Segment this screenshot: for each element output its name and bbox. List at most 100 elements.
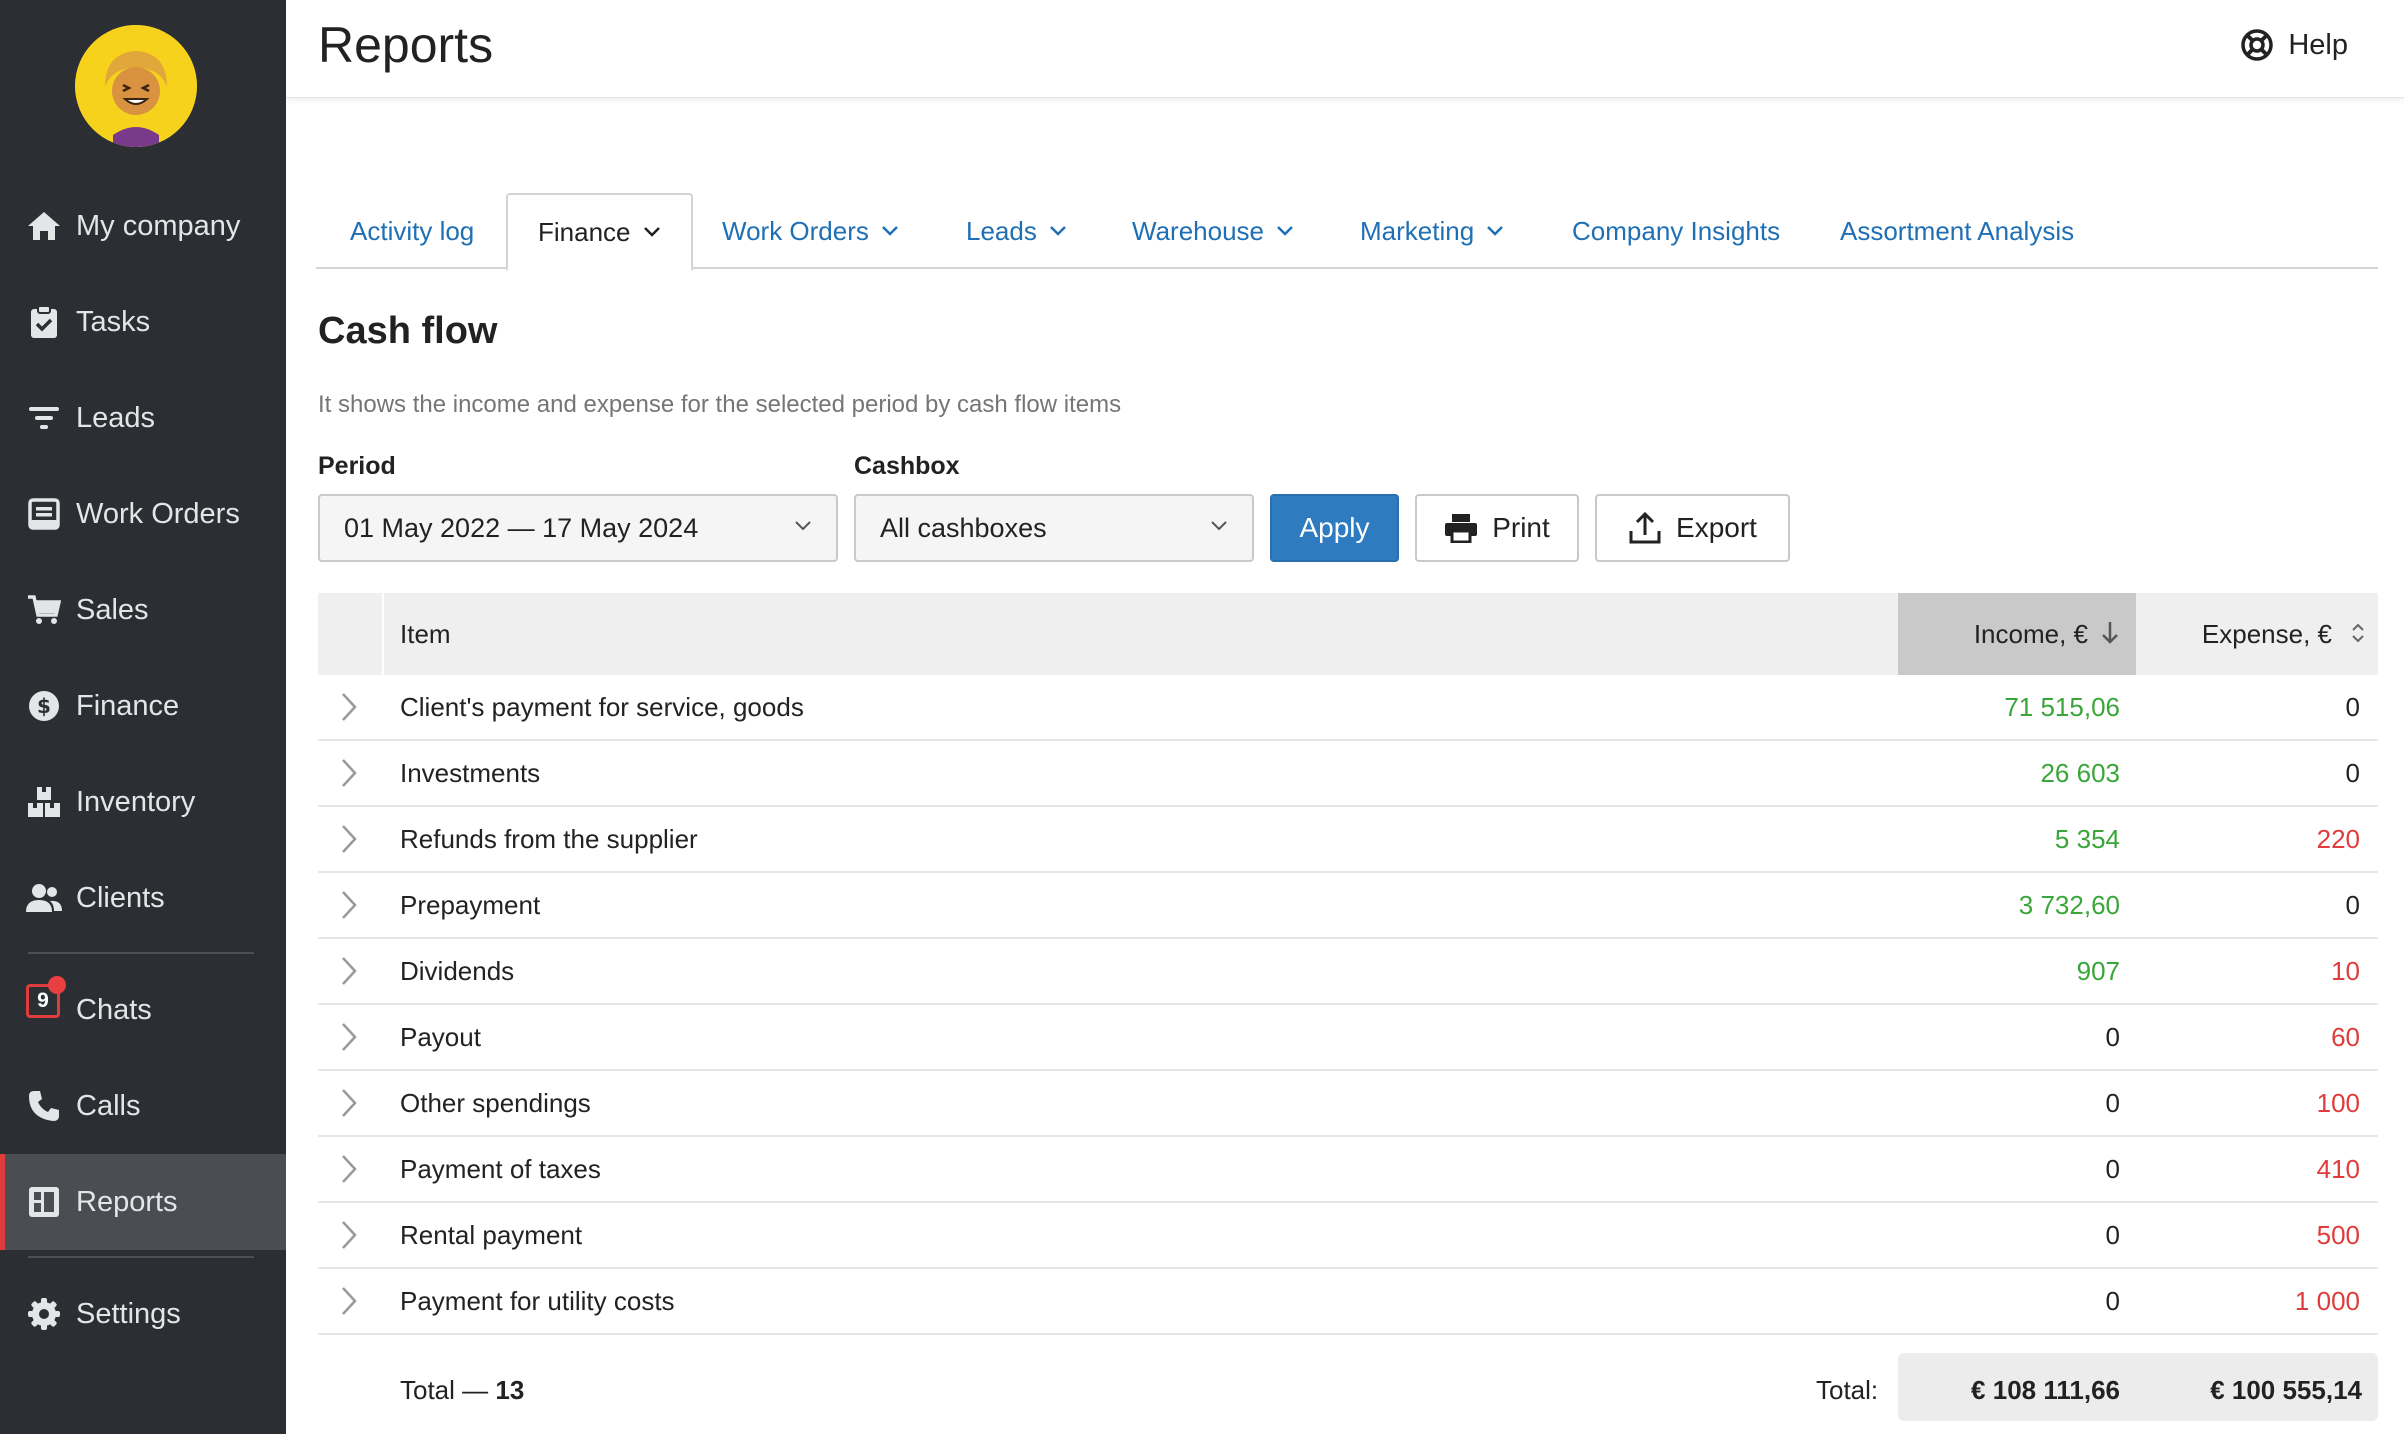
apply-button[interactable]: Apply (1270, 494, 1399, 562)
avatar[interactable] (75, 25, 197, 147)
table-row[interactable]: Dividends 907 10 (318, 939, 2378, 1005)
cell-expense: 10 (2331, 955, 2360, 986)
tab-warehouse[interactable]: Warehouse (1132, 193, 1294, 269)
period-select[interactable]: 01 May 2022 — 17 May 2024 (318, 494, 838, 562)
sidebar-item-label: Leads (76, 401, 156, 434)
chevron-right-icon[interactable] (338, 1219, 360, 1251)
sidebar-item-calls[interactable]: Calls (0, 1058, 286, 1154)
sidebar-item-finance[interactable]: $ Finance (0, 658, 286, 754)
chevron-right-icon[interactable] (338, 823, 360, 855)
cell-income: 3 732,60 (2018, 889, 2120, 920)
table-row[interactable]: Client's payment for service, goods 71 51… (318, 675, 2378, 741)
cell-expense: 0 (2345, 691, 2360, 722)
cell-item: Payment of taxes (400, 1153, 601, 1184)
cell-item: Client's payment for service, goods (400, 691, 804, 722)
sidebar-item-sales[interactable]: Sales (0, 562, 286, 658)
dollar-circle-icon: $ (24, 686, 64, 726)
export-button[interactable]: Export (1595, 494, 1790, 562)
total-income: € 108 111,66 (1971, 1375, 2120, 1405)
tab-assortment-analysis[interactable]: Assortment Analysis (1840, 193, 2074, 269)
table-row[interactable]: Refunds from the supplier 5 354 220 (318, 807, 2378, 873)
table-row[interactable]: Payment for utility costs 0 1 000 (318, 1269, 2378, 1335)
chevron-right-icon[interactable] (338, 1087, 360, 1119)
cell-item: Refunds from the supplier (400, 823, 698, 854)
clipboard-check-icon (24, 302, 64, 342)
table-row[interactable]: Rental payment 0 500 (318, 1203, 2378, 1269)
tab-label: Company Insights (1572, 215, 1781, 246)
sidebar-item-label: Work Orders (76, 497, 240, 530)
cell-income: 0 (2105, 1219, 2120, 1250)
tab-finance[interactable]: Finance (506, 193, 693, 271)
print-button[interactable]: Print (1415, 494, 1579, 562)
tab-activity-log[interactable]: Activity log (350, 193, 474, 269)
tab-label: Warehouse (1132, 215, 1264, 246)
sidebar-item-clients[interactable]: Clients (0, 850, 286, 946)
sidebar-item-chats[interactable]: 9 Chats (0, 962, 286, 1058)
tab-company-insights[interactable]: Company Insights (1572, 193, 1780, 269)
table-header: Item Income, € Expense, € (318, 593, 2378, 675)
cashbox-select[interactable]: All cashboxes (854, 494, 1254, 562)
cell-income: 5 354 (2054, 823, 2120, 854)
chevron-right-icon[interactable] (338, 757, 360, 789)
tab-leads[interactable]: Leads (966, 193, 1067, 269)
cell-income: 26 603 (2040, 757, 2120, 788)
table-row[interactable]: Prepayment 3 732,60 0 (318, 873, 2378, 939)
cell-item: Prepayment (400, 889, 541, 920)
cashbox-label: Cashbox (854, 452, 960, 480)
cashbox-value: All cashboxes (880, 512, 1047, 543)
cell-income: 0 (2105, 1021, 2120, 1052)
chevron-down-icon (1211, 521, 1227, 531)
chevron-right-icon[interactable] (338, 1021, 360, 1053)
sidebar-item-leads[interactable]: Leads (0, 370, 286, 466)
chevron-down-icon (1487, 226, 1504, 236)
total-label: Total: (1816, 1375, 1879, 1405)
sidebar-item-my-company[interactable]: My company (0, 178, 286, 274)
cell-item: Rental payment (400, 1219, 583, 1250)
column-header-income[interactable]: Income, € (1898, 593, 2136, 675)
chevron-down-icon (881, 226, 898, 236)
tab-label: Finance (538, 216, 631, 247)
sidebar-divider (28, 1256, 254, 1258)
tab-marketing[interactable]: Marketing (1360, 193, 1504, 269)
report-title: Cash flow (318, 310, 498, 352)
report-description: It shows the income and expense for the … (318, 391, 1122, 418)
cell-income: 0 (2105, 1285, 2120, 1316)
chevron-right-icon[interactable] (338, 955, 360, 987)
sidebar-item-reports[interactable]: Reports (0, 1154, 286, 1250)
sidebar: My company Tasks Leads Work Orders Sales… (0, 0, 286, 1434)
sidebar-item-tasks[interactable]: Tasks (0, 274, 286, 370)
cell-item: Payment for utility costs (400, 1285, 675, 1316)
table-total-row: Total — 13 Total: € 108 111,66 € 100 555… (318, 1353, 2378, 1421)
gear-icon (24, 1294, 64, 1334)
cell-item: Dividends (400, 955, 515, 986)
top-header: Reports Help (286, 0, 2404, 98)
chevron-right-icon[interactable] (338, 1285, 360, 1317)
period-value: 01 May 2022 — 17 May 2024 (344, 512, 699, 543)
cell-income: 71 515,06 (2004, 691, 2120, 722)
report-tabs: Activity log Finance Work Orders Leads W… (316, 193, 2378, 271)
help-button[interactable]: Help (2240, 28, 2348, 62)
work-order-icon (24, 494, 64, 534)
chevron-right-icon[interactable] (338, 889, 360, 921)
sidebar-item-label: Clients (76, 881, 165, 914)
chevron-right-icon[interactable] (338, 691, 360, 723)
table-row[interactable]: Payout 0 60 (318, 1005, 2378, 1071)
cell-expense: 0 (2345, 757, 2360, 788)
reports-icon (24, 1182, 64, 1222)
table-row[interactable]: Other spendings 0 100 (318, 1071, 2378, 1137)
tab-work-orders[interactable]: Work Orders (722, 193, 899, 269)
users-icon (24, 878, 64, 918)
table-row[interactable]: Payment of taxes 0 410 (318, 1137, 2378, 1203)
column-header-expense[interactable]: Expense, € (2138, 593, 2378, 675)
cell-expense: 100 (2316, 1087, 2360, 1118)
apply-label: Apply (1299, 512, 1370, 543)
sidebar-item-inventory[interactable]: Inventory (0, 754, 286, 850)
sidebar-item-work-orders[interactable]: Work Orders (0, 466, 286, 562)
column-header-item[interactable]: Item (400, 593, 1992, 675)
cell-item: Payout (400, 1021, 481, 1052)
table-row[interactable]: Investments 26 603 0 (318, 741, 2378, 807)
sidebar-item-label: Reports (76, 1185, 178, 1218)
chevron-right-icon[interactable] (338, 1153, 360, 1185)
sidebar-item-settings[interactable]: Settings (0, 1266, 286, 1362)
sidebar-divider (28, 952, 254, 954)
